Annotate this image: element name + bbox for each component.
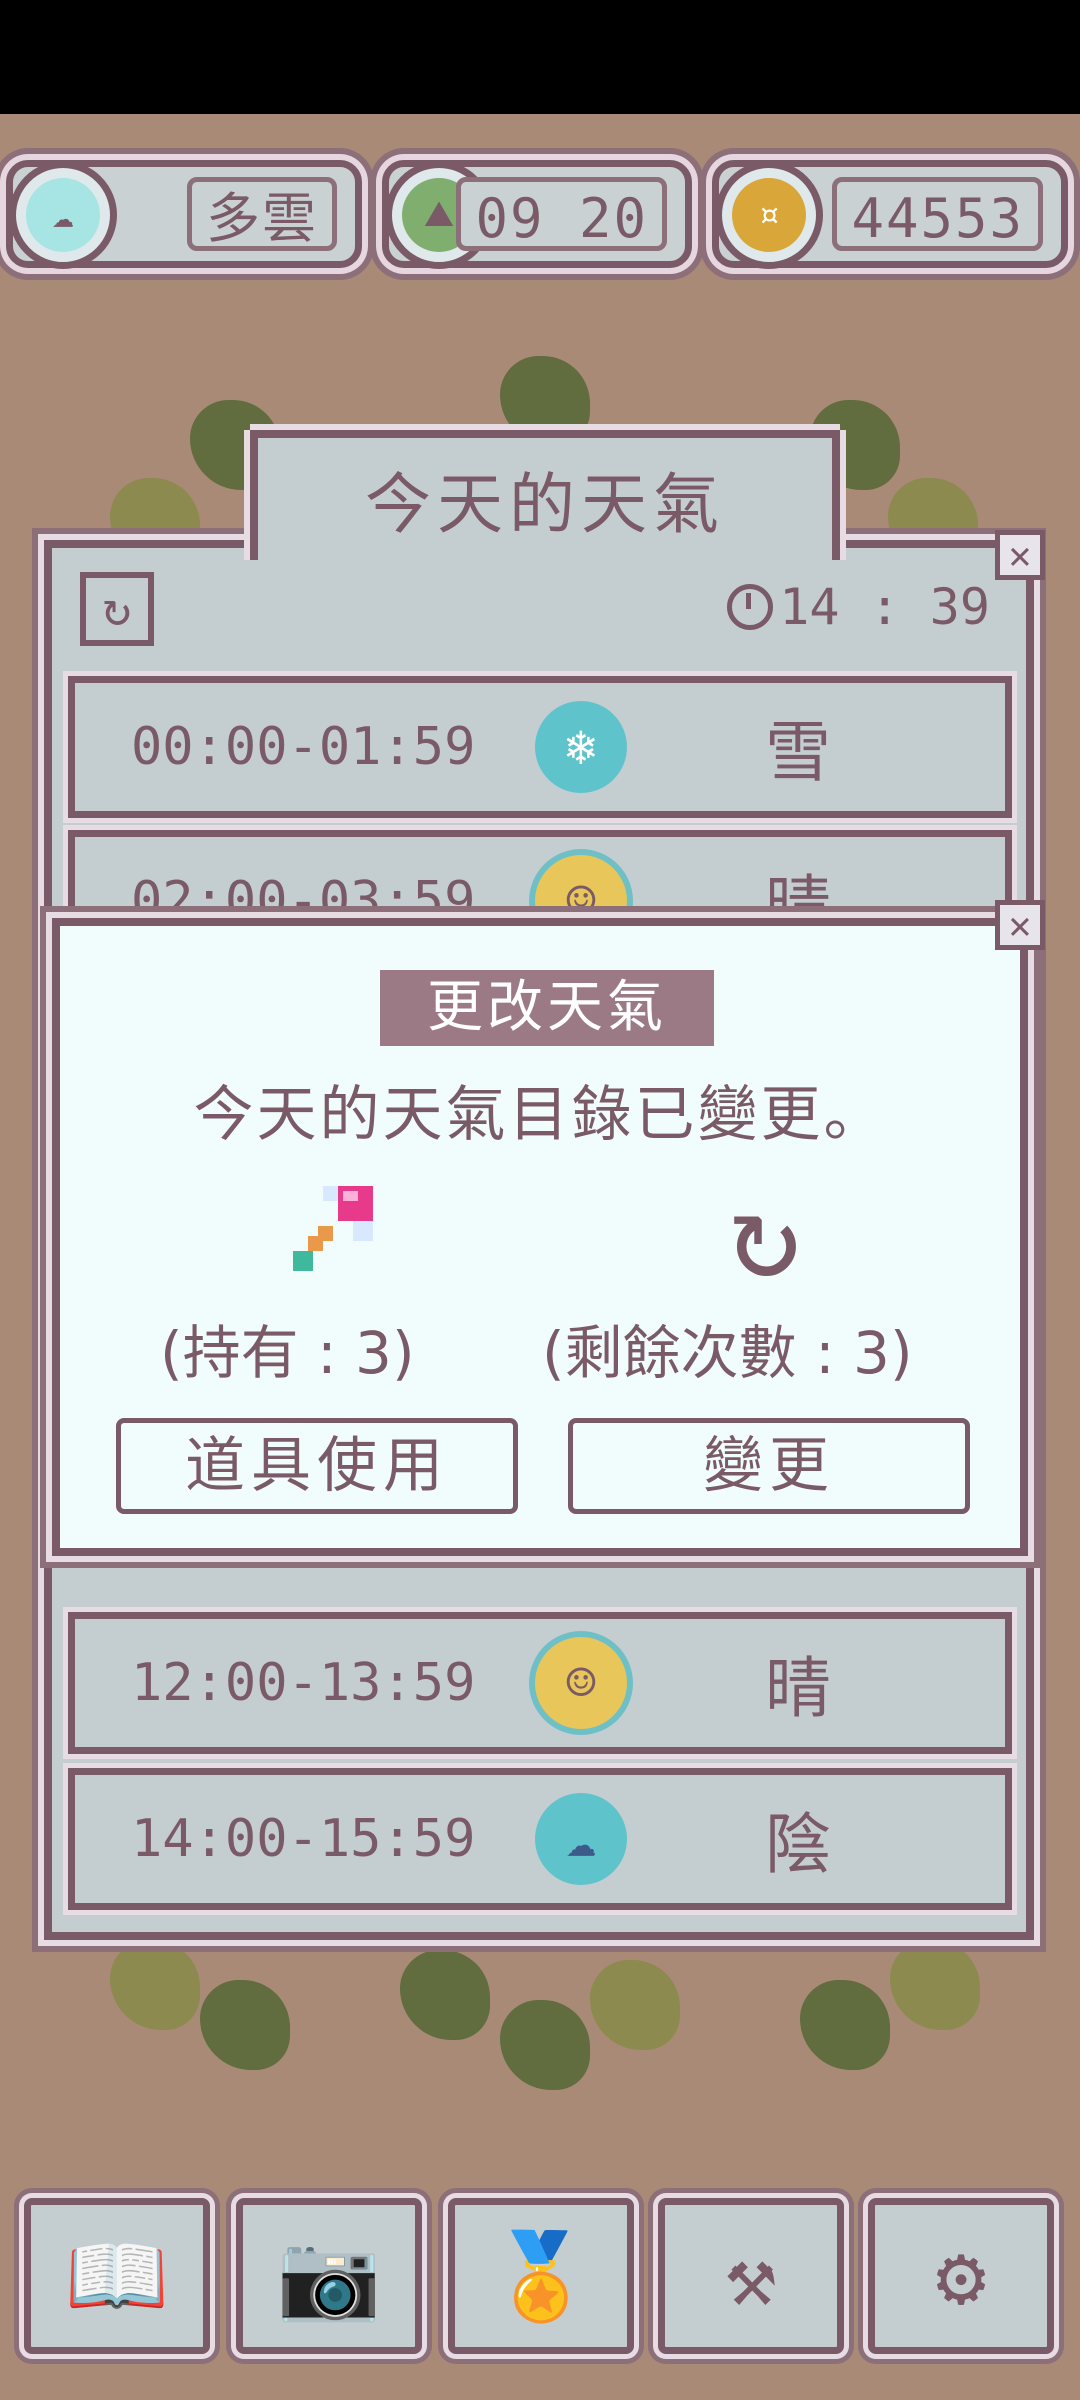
- use-item-button[interactable]: 道具使用: [116, 1418, 518, 1514]
- weather-status-label: 多雲: [187, 177, 337, 251]
- medal-icon: 🏅: [488, 2226, 594, 2325]
- clock-icon: [727, 584, 774, 630]
- leaf-decoration: [400, 1950, 490, 2040]
- gear-icon: ⚙: [935, 2227, 987, 2325]
- dialog-message: 今天的天氣目錄已變更。: [193, 1080, 887, 1150]
- weather-row-time: 00:00-01:59: [131, 717, 476, 777]
- weather-row-time: 12:00-13:59: [131, 1653, 476, 1713]
- leaf-decoration: [590, 1960, 680, 2050]
- leaf-decoration: [500, 2000, 590, 2090]
- camera-button[interactable]: 📷: [236, 2198, 422, 2354]
- settings-button[interactable]: ⚙: [868, 2198, 1054, 2354]
- camera-icon: 📷: [276, 2226, 382, 2325]
- remaining-count: (剩餘次數 : 3): [542, 1319, 913, 1387]
- sun-icon: ☺: [535, 1637, 627, 1729]
- panel-close-button[interactable]: ✕: [995, 530, 1045, 580]
- weather-row[interactable]: 00:00-01:59 ❄ 雪: [68, 676, 1012, 818]
- current-time: 14 : 39: [727, 578, 990, 636]
- leaf-decoration: [200, 1980, 290, 2070]
- cloud-icon: ☁: [535, 1793, 627, 1885]
- cloud-face-icon: ☁: [9, 161, 117, 269]
- dialog-title: 更改天氣: [380, 970, 714, 1046]
- refresh-icon: ↻: [728, 1166, 802, 1305]
- snowflake-icon: ❄: [535, 701, 627, 793]
- coins-pill[interactable]: ¤ 44553: [712, 160, 1068, 269]
- coins-label: 44553: [832, 177, 1043, 251]
- panel-title-tab: 今天的天氣: [250, 430, 840, 560]
- book-button[interactable]: 📖: [24, 2198, 210, 2354]
- leaf-decoration: [110, 1940, 200, 2030]
- tools-button[interactable]: ⚒: [658, 2198, 844, 2354]
- weather-status-pill[interactable]: ☁ 多雲: [6, 160, 362, 269]
- weather-row-label: 雪: [765, 714, 831, 791]
- status-bar: [0, 0, 1080, 114]
- coin-icon: ¤: [715, 161, 823, 269]
- date-pill[interactable]: ⛰ 09 20: [382, 160, 692, 269]
- weather-row[interactable]: 14:00-15:59 ☁ 陰: [68, 1768, 1012, 1910]
- leaf-decoration: [890, 1940, 980, 2030]
- weather-row-label: 陰: [765, 1806, 831, 1883]
- refresh-button[interactable]: ↻: [80, 572, 154, 646]
- weather-row-time: 14:00-15:59: [131, 1809, 476, 1869]
- tools-icon: ⚒: [725, 2227, 777, 2325]
- book-icon: 📖: [64, 2226, 170, 2325]
- medal-button[interactable]: 🏅: [448, 2198, 634, 2354]
- dialog-close-button[interactable]: ✕: [995, 900, 1045, 950]
- weather-row[interactable]: 12:00-13:59 ☺ 晴: [68, 1612, 1012, 1754]
- change-weather-dialog: 更改天氣 今天的天氣目錄已變更。 ↻ (持有 : 3) (剩餘次數 : 3) 道…: [52, 918, 1028, 1556]
- owned-count: (持有 : 3): [160, 1319, 415, 1387]
- magic-wand-icon: [293, 1186, 373, 1271]
- panel-title: 今天的天氣: [365, 466, 725, 543]
- change-button[interactable]: 變更: [568, 1418, 970, 1514]
- leaf-decoration: [800, 1980, 890, 2070]
- weather-row-label: 晴: [765, 1650, 831, 1727]
- current-time-label: 14 : 39: [779, 578, 990, 636]
- refresh-icon: ↻: [102, 581, 132, 637]
- date-label: 09 20: [456, 177, 667, 251]
